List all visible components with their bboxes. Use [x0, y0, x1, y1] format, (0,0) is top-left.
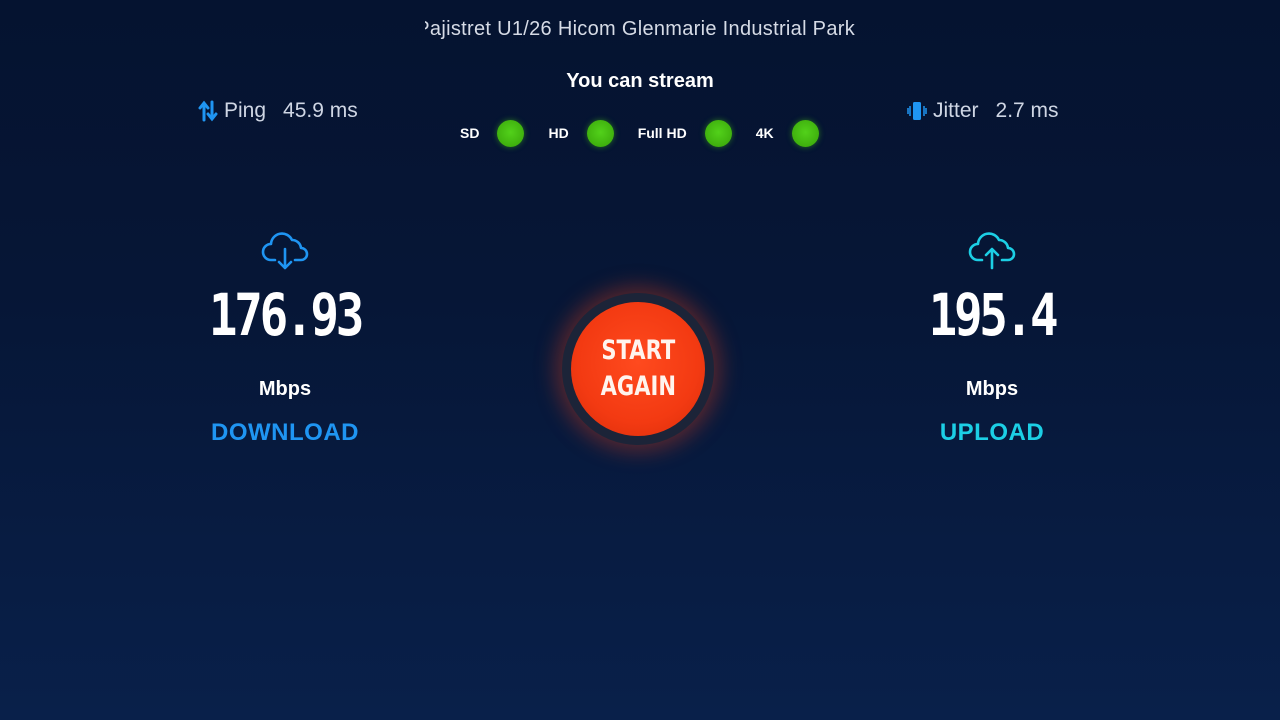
cloud-download-icon [261, 232, 309, 270]
status-dot-icon [791, 119, 819, 147]
quality-hd: HD [548, 119, 614, 147]
stream-quality-list: SD HD Full HD 4K [460, 118, 843, 148]
quality-full-hd: Full HD [637, 119, 732, 147]
upload-value: 195.4 [928, 281, 1059, 349]
download-value: 176.93 [208, 281, 364, 349]
stream-title: You can stream [566, 70, 714, 92]
vibrate-phone-icon [907, 102, 927, 120]
jitter-metric: Jitter 2.7 ms [907, 97, 1059, 125]
ping-value: 45.9 ms [283, 99, 358, 122]
upload-stat: 195.4 Mbps UPLOAD [872, 232, 1112, 447]
start-button-label: START AGAIN [600, 335, 676, 402]
download-label: DOWNLOAD [211, 419, 359, 446]
status-dot-icon [586, 119, 614, 147]
jitter-value: 2.7 ms [995, 99, 1059, 122]
quality-label: HD [548, 125, 569, 141]
quality-label: 4K [755, 125, 774, 141]
upload-unit: Mbps [965, 378, 1019, 400]
cloud-upload-icon [968, 232, 1016, 270]
status-dot-icon [704, 119, 732, 147]
start-again-button[interactable]: START AGAIN [562, 293, 714, 445]
download-unit: Mbps [258, 378, 312, 400]
updown-arrows-icon [198, 100, 218, 122]
start-button-face[interactable]: START AGAIN [571, 302, 705, 436]
upload-label: UPLOAD [939, 419, 1045, 446]
quality-4k: 4K [755, 119, 819, 147]
jitter-label: Jitter [933, 99, 979, 122]
quality-label: Full HD [637, 125, 687, 141]
ping-label: Ping [224, 99, 267, 122]
download-stat: 176.93 Mbps DOWNLOAD [165, 232, 405, 447]
quality-label: SD [460, 125, 480, 141]
quality-sd: SD [460, 119, 525, 147]
status-dot-icon [497, 119, 525, 147]
location-label: Pajistret U1/26 Hicom Glenmarie Industri… [425, 18, 855, 40]
location-text: Pajistret U1/26 Hicom Glenmarie Industri… [0, 18, 1280, 47]
ping-metric: Ping 45.9 ms [198, 97, 358, 125]
